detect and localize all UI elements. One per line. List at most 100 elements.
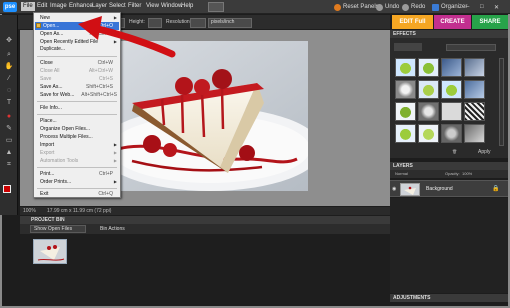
crop-icon[interactable]: ⌗ bbox=[4, 161, 14, 169]
menu-select[interactable]: Select bbox=[109, 3, 126, 9]
document-image[interactable] bbox=[92, 41, 308, 191]
menu-item-new[interactable]: New bbox=[40, 15, 50, 21]
blend-mode-select[interactable]: Normal bbox=[395, 171, 408, 176]
shape-tool-icon[interactable]: ▲ bbox=[4, 149, 14, 157]
foreground-color-swatch[interactable] bbox=[3, 185, 11, 193]
effect-thumb-1[interactable] bbox=[395, 58, 416, 77]
menu-enhance[interactable]: Enhance bbox=[69, 3, 93, 9]
effect-thumb-14[interactable] bbox=[418, 124, 439, 143]
reset-panels-button[interactable]: Reset Panels bbox=[334, 2, 379, 12]
shortcut-save: Ctrl+S bbox=[98, 76, 113, 82]
effects-category-icons[interactable] bbox=[394, 43, 422, 51]
bin-actions-menu[interactable]: Bin Actions bbox=[100, 226, 125, 232]
opacity-value[interactable]: 100% bbox=[462, 171, 472, 176]
menu-item-exit[interactable]: Exit bbox=[40, 191, 48, 197]
menu-layer[interactable]: Layer bbox=[92, 3, 107, 9]
effect-thumb-13[interactable] bbox=[395, 124, 416, 143]
maximize-icon[interactable]: □ bbox=[480, 2, 484, 12]
view-toggle[interactable] bbox=[208, 2, 224, 12]
menu-item-place[interactable]: Place... bbox=[40, 118, 57, 124]
menu-help[interactable]: Help bbox=[181, 3, 193, 9]
menu-item-save-as[interactable]: Save As... bbox=[40, 84, 63, 90]
layer-name: Background bbox=[426, 186, 453, 192]
trash-icon[interactable]: 🗑 bbox=[452, 149, 457, 154]
menu-item-close[interactable]: Close bbox=[40, 60, 53, 66]
eye-icon[interactable]: ◉ bbox=[392, 186, 396, 192]
effect-thumb-8[interactable] bbox=[464, 80, 485, 99]
effect-thumb-2[interactable] bbox=[418, 58, 439, 77]
menu-item-order-prints[interactable]: Order Prints... bbox=[40, 179, 71, 185]
open-file-thumbnail[interactable] bbox=[33, 239, 67, 264]
lasso-icon[interactable]: ◌ bbox=[4, 87, 14, 95]
zoom-tool-icon[interactable]: ⌕ bbox=[4, 51, 14, 59]
effects-panel-header[interactable]: EFFECTS bbox=[390, 30, 508, 38]
menu-image[interactable]: Image bbox=[50, 3, 67, 9]
tab-edit-full[interactable]: EDIT Full bbox=[392, 15, 433, 29]
menu-window[interactable]: Window bbox=[161, 3, 182, 9]
organizer-button[interactable]: Organizer bbox=[432, 2, 467, 12]
adjustments-panel-header[interactable]: ADJUSTMENTS bbox=[390, 294, 508, 302]
zoom-level[interactable]: 100% bbox=[23, 208, 36, 214]
effects-scrollbar[interactable] bbox=[499, 58, 504, 146]
menu-view[interactable]: View bbox=[146, 3, 159, 9]
layer-row-background[interactable]: ◉ Background 🔒 bbox=[390, 180, 508, 197]
effect-thumb-4[interactable] bbox=[464, 58, 485, 77]
tab-create[interactable]: CREATE bbox=[434, 15, 471, 29]
effect-thumb-6[interactable] bbox=[418, 80, 439, 99]
app-logo: pse bbox=[3, 2, 17, 12]
resolution-field[interactable] bbox=[190, 18, 206, 28]
effect-thumb-7[interactable] bbox=[441, 80, 462, 99]
minimize-icon[interactable]: – bbox=[466, 2, 469, 12]
shortcut-print: Ctrl+P bbox=[98, 171, 113, 177]
resolution-unit-select[interactable]: pixels/inch bbox=[208, 18, 252, 28]
show-open-files-select[interactable]: Show Open Files bbox=[30, 225, 86, 233]
undo-button[interactable]: Undo bbox=[376, 2, 399, 12]
project-bin-header[interactable]: PROJECT BIN bbox=[20, 216, 390, 224]
menu-item-process-multiple-files[interactable]: Process Multiple Files... bbox=[40, 134, 93, 140]
effect-thumb-9[interactable] bbox=[395, 102, 416, 121]
eyedropper-icon[interactable]: ⁄ bbox=[4, 75, 14, 83]
brush-icon[interactable]: ✎ bbox=[4, 125, 14, 133]
effects-filter-select[interactable] bbox=[446, 44, 496, 51]
tab-share[interactable]: SHARE bbox=[472, 15, 508, 29]
move-tool-icon[interactable]: ✥ bbox=[4, 37, 14, 45]
menu-separator bbox=[37, 167, 117, 168]
layers-panel-header[interactable]: LAYERS bbox=[390, 162, 508, 170]
effect-thumb-11[interactable] bbox=[441, 102, 462, 121]
effect-thumb-5[interactable] bbox=[395, 80, 416, 99]
hand-tool-icon[interactable]: ✋ bbox=[4, 63, 14, 71]
menu-file[interactable]: File bbox=[21, 2, 35, 11]
undo-label: Undo bbox=[385, 4, 400, 10]
toolbox: ✥ ⌕ ✋ ⁄ ◌ T ● ✎ ▭ ▲ ⌗ bbox=[0, 15, 18, 215]
reset-panels-label: Reset Panels bbox=[343, 4, 379, 10]
effect-thumb-15[interactable] bbox=[441, 124, 462, 143]
menu-separator bbox=[37, 114, 117, 115]
menu-item-organize-open-files[interactable]: Organize Open Files... bbox=[40, 126, 90, 132]
annotation-arrow-icon bbox=[78, 16, 176, 58]
close-icon[interactable]: ✕ bbox=[494, 2, 499, 12]
red-eye-tool-icon[interactable]: ● bbox=[4, 113, 14, 121]
effect-thumb-16[interactable] bbox=[464, 124, 485, 143]
shortcut-exit: Ctrl+Q bbox=[98, 191, 113, 197]
lock-icon[interactable]: 🔒 bbox=[492, 185, 499, 192]
effect-thumb-12[interactable] bbox=[464, 102, 485, 121]
opacity-label: Opacity: bbox=[445, 171, 460, 176]
menu-item-open[interactable]: Open... bbox=[43, 23, 59, 29]
eraser-icon[interactable]: ▭ bbox=[4, 137, 14, 145]
menu-item-import[interactable]: Import bbox=[40, 142, 54, 148]
menu-separator bbox=[37, 188, 117, 189]
menu-item-save-for-web[interactable]: Save for Web... bbox=[40, 92, 74, 98]
menu-filter[interactable]: Filter bbox=[128, 3, 141, 9]
text-tool-icon[interactable]: T bbox=[4, 99, 14, 107]
shortcut-close: Ctrl+W bbox=[97, 60, 113, 66]
layers-panel bbox=[390, 198, 508, 293]
organizer-label: Organizer bbox=[441, 4, 468, 10]
effect-thumb-3[interactable] bbox=[441, 58, 462, 77]
menu-item-print[interactable]: Print... bbox=[40, 171, 54, 177]
apply-button[interactable]: Apply bbox=[478, 149, 491, 155]
effect-thumb-10[interactable] bbox=[418, 102, 439, 121]
menu-edit[interactable]: Edit bbox=[37, 3, 47, 9]
redo-button[interactable]: Redo bbox=[402, 2, 425, 12]
project-bin bbox=[20, 234, 390, 304]
menu-item-file-info[interactable]: File Info... bbox=[40, 105, 62, 111]
